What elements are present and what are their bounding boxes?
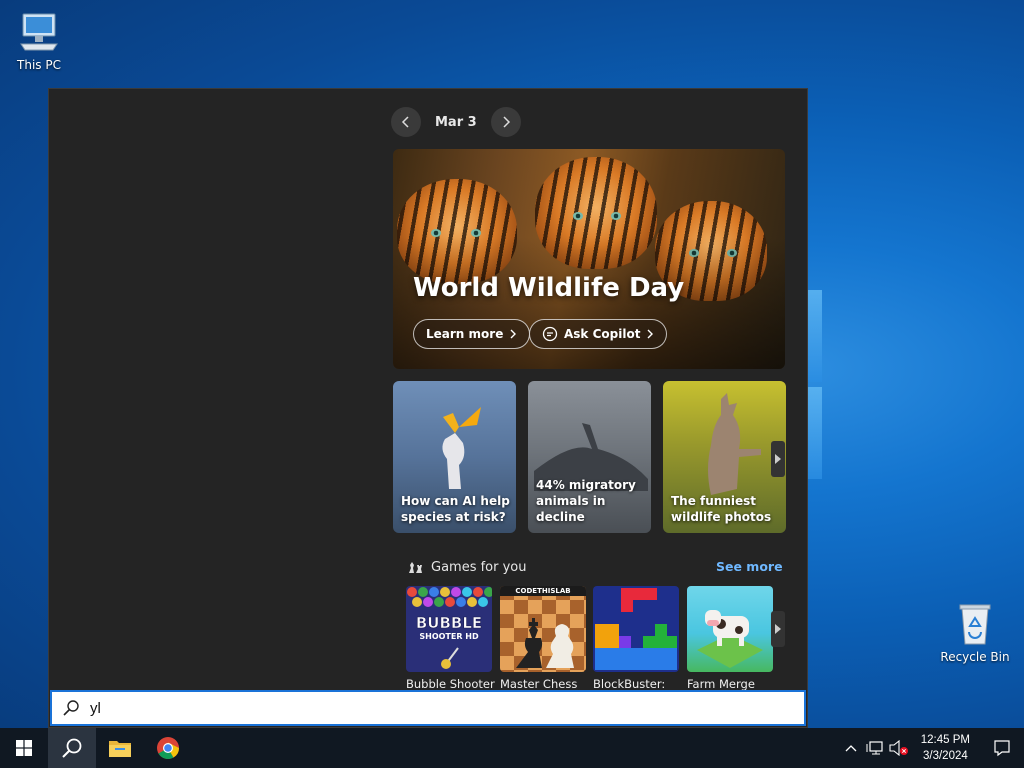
farm-cow-art [697,610,763,668]
system-tray: 12:45 PM 3/3/2024 [839,728,1024,768]
volume-button[interactable] [887,728,911,768]
clock-time: 12:45 PM [920,734,970,746]
kangaroo-image [708,393,761,495]
news-card-caption: How can AI help species at risk? [401,494,510,524]
game-tile-blockbuster[interactable] [593,586,679,672]
bubble-shooter-art: BUBBLE SHOOTER HD [407,587,492,669]
game-art-banner: CODETHISLAB [500,586,586,596]
games-heading: Games for you [431,559,527,575]
news-card-migratory-animals[interactable]: 44% migratory animals in decline [528,381,651,533]
cards-scroll-right-button[interactable] [771,441,785,477]
folder-icon [109,741,131,757]
chess-king-art [516,618,574,668]
news-card-caption: The funniest wildlife photos [671,494,772,524]
clock-date: 3/3/2024 [923,750,968,762]
learn-more-button[interactable]: Learn more [413,319,531,349]
see-more-games-link[interactable]: See more [716,559,783,574]
taskbar-clock[interactable]: 12:45 PM 3/3/2024 [911,732,980,764]
desktop-icon-label: This PC [17,58,61,72]
notification-icon [994,740,1010,757]
taskbar-search-button[interactable] [48,728,96,768]
game-title: Farm Merge [687,677,755,691]
search-home-panel: Mar 3 World Wildlife Day Learn more Ask … [48,88,808,728]
start-button[interactable] [0,728,48,768]
ask-copilot-label: Ask Copilot [564,327,641,341]
learn-more-label: Learn more [426,327,504,341]
windows-logo-icon [16,740,32,756]
search-input[interactable] [90,699,690,717]
taskbar-file-explorer[interactable] [96,728,144,768]
game-title: Bubble Shooter [406,677,495,691]
games-scroll-right-button[interactable] [771,611,785,647]
news-card-ai-species[interactable]: How can AI help species at risk? [393,381,516,533]
desktop-icon-recycle-bin[interactable]: Recycle Bin [937,602,1013,664]
network-icon [866,741,883,755]
chat-bubble-icon [542,326,558,342]
blockbuster-art [595,588,677,670]
chevron-right-icon [510,329,517,339]
taskbar-chrome[interactable] [144,728,192,768]
chevron-right-icon [647,329,654,339]
chrome-icon [157,737,179,759]
search-box[interactable] [50,690,806,726]
caret-right-icon [775,624,781,634]
game-tile-master-chess[interactable]: CODETHISLAB [500,586,586,672]
game-art-title: BUBBLE [416,614,482,632]
game-tile-farm-merge[interactable] [687,586,773,672]
chevron-left-icon [401,116,409,128]
chevron-up-icon [845,745,857,752]
ask-copilot-button[interactable]: Ask Copilot [529,319,668,349]
date-navigator: Mar 3 [391,107,521,137]
search-icon [62,738,82,758]
news-card-caption: 44% migratory animals in decline [536,478,636,524]
computer-icon [20,13,58,51]
desktop-icon-this-pc[interactable]: This PC [1,10,77,72]
recycle-bin-icon [959,604,991,645]
network-button[interactable] [863,728,887,768]
game-title: BlockBuster: [593,677,666,691]
game-tile-bubble-shooter[interactable]: BUBBLE SHOOTER HD [406,586,492,672]
action-center-button[interactable] [980,728,1024,768]
hero-title: World Wildlife Day [413,273,685,303]
game-title: Master Chess [500,677,578,691]
next-day-button[interactable] [490,107,521,137]
news-card-wildlife-photos[interactable]: The funniest wildlife photos [663,381,786,533]
desktop-icon-label: Recycle Bin [940,650,1010,664]
hero-card-world-wildlife-day[interactable]: World Wildlife Day Learn more Ask Copilo… [393,149,785,369]
games-section-header: Games for you [407,559,527,575]
previous-day-button[interactable] [391,107,421,137]
taskbar: 12:45 PM 3/3/2024 [0,728,1024,768]
wallpaper-logo-pane [808,290,822,382]
volume-muted-icon [889,740,908,756]
chevron-right-icon [503,116,510,128]
wallpaper-logo-pane [808,387,822,479]
butterfly-hand-image [442,407,481,489]
caret-right-icon [775,454,781,464]
game-art-subtitle: SHOOTER HD [419,632,479,641]
chess-pieces-icon [409,562,422,573]
show-hidden-icons-button[interactable] [839,728,863,768]
search-icon [63,700,79,716]
date-label: Mar 3 [435,114,477,130]
